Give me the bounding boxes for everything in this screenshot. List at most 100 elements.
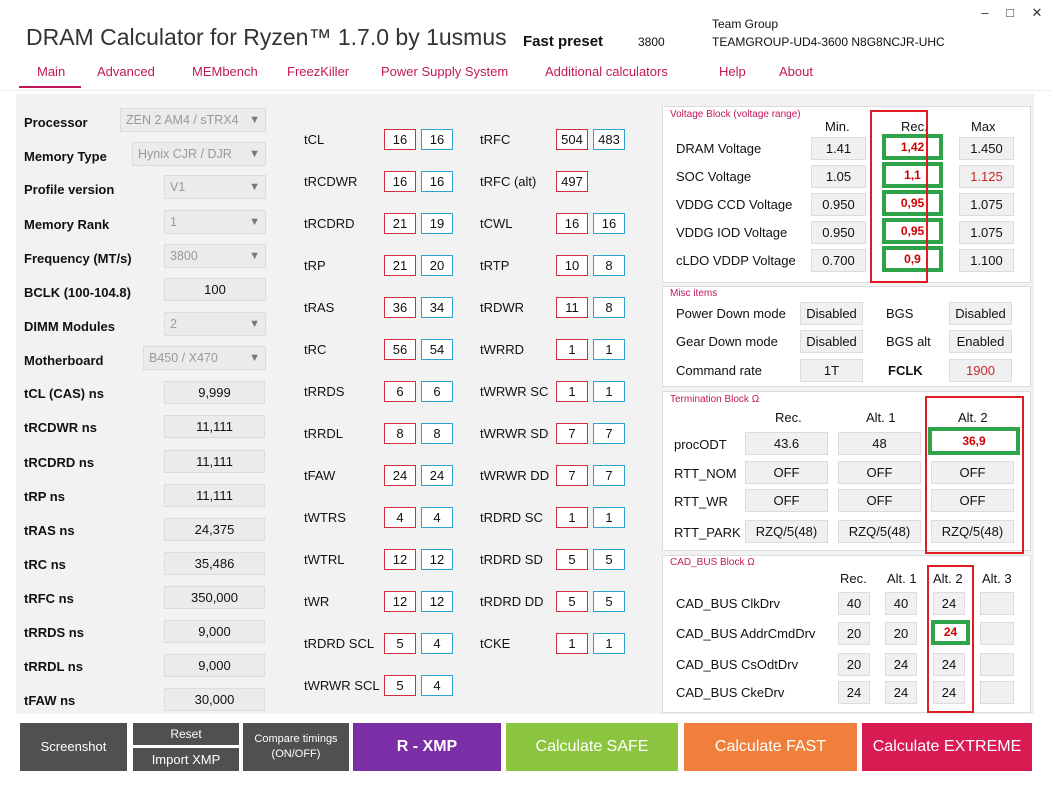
cadbus-alt1[interactable]: 20: [885, 622, 917, 645]
tab-main[interactable]: Main: [37, 64, 65, 79]
timing-value-primary[interactable]: 16: [384, 171, 416, 192]
maximize-icon[interactable]: □: [1003, 6, 1017, 20]
timing-value-primary[interactable]: 497: [556, 171, 588, 192]
timing-value-secondary[interactable]: 5: [593, 549, 625, 570]
cadbus-alt1[interactable]: 24: [885, 681, 917, 704]
gear-down-value[interactable]: Disabled: [800, 330, 863, 353]
timing-value-primary[interactable]: 5: [556, 591, 588, 612]
timing-value-primary[interactable]: 5: [384, 633, 416, 654]
timing-value-secondary[interactable]: 1: [593, 381, 625, 402]
tab-advanced[interactable]: Advanced: [97, 64, 155, 79]
timing-value-secondary[interactable]: 8: [593, 255, 625, 276]
setting-value[interactable]: 2 ▼: [164, 312, 266, 336]
cadbus-alt3[interactable]: [980, 653, 1014, 676]
timing-value-secondary[interactable]: 12: [421, 549, 453, 570]
timing-value-primary[interactable]: 1: [556, 633, 588, 654]
termination-rec[interactable]: 43.6: [745, 432, 828, 455]
calculate-extreme-button[interactable]: Calculate EXTREME: [862, 723, 1032, 771]
tab-additional-calculators[interactable]: Additional calculators: [545, 64, 668, 79]
calculate-safe-button[interactable]: Calculate SAFE: [506, 723, 678, 771]
timing-value-primary[interactable]: 5: [556, 549, 588, 570]
setting-value[interactable]: 1 ▼: [164, 210, 266, 234]
timing-value-secondary[interactable]: 6: [421, 381, 453, 402]
termination-rec[interactable]: OFF: [745, 489, 828, 512]
fclk-value[interactable]: 1900: [949, 359, 1012, 382]
command-rate-value[interactable]: 1T: [800, 359, 863, 382]
timing-value-primary[interactable]: 4: [384, 507, 416, 528]
timing-value-primary[interactable]: 21: [384, 255, 416, 276]
setting-value[interactable]: 100: [164, 278, 266, 301]
tab-about[interactable]: About: [779, 64, 813, 79]
termination-alt1[interactable]: OFF: [838, 461, 921, 484]
timing-value-primary[interactable]: 11: [556, 297, 588, 318]
timing-value-primary[interactable]: 12: [384, 591, 416, 612]
power-down-value[interactable]: Disabled: [800, 302, 863, 325]
cadbus-alt1[interactable]: 24: [885, 653, 917, 676]
termination-rec[interactable]: OFF: [745, 461, 828, 484]
timing-value-secondary[interactable]: 8: [421, 423, 453, 444]
timing-value-secondary[interactable]: 1: [593, 633, 625, 654]
timing-value-primary[interactable]: 1: [556, 339, 588, 360]
tab-freezkiller[interactable]: FreezKiller: [287, 64, 349, 79]
setting-value[interactable]: B450 / X470 ▼: [143, 346, 266, 370]
setting-value[interactable]: ZEN 2 AM4 / sTRX4 ▼: [120, 108, 266, 132]
timing-value-primary[interactable]: 1: [556, 381, 588, 402]
timing-value-secondary[interactable]: 7: [593, 423, 625, 444]
timing-value-primary[interactable]: 6: [384, 381, 416, 402]
setting-value[interactable]: Hynix CJR / DJR ▼: [132, 142, 266, 166]
cadbus-alt3[interactable]: [980, 622, 1014, 645]
timing-value-secondary[interactable]: 4: [421, 633, 453, 654]
cadbus-alt3[interactable]: [980, 681, 1014, 704]
timing-value-secondary[interactable]: 483: [593, 129, 625, 150]
timing-value-secondary[interactable]: 12: [421, 591, 453, 612]
r-xmp-button[interactable]: R - XMP: [353, 723, 501, 771]
timing-value-primary[interactable]: 16: [556, 213, 588, 234]
bgs-alt-value[interactable]: Enabled: [949, 330, 1012, 353]
cadbus-rec[interactable]: 20: [838, 653, 870, 676]
timing-value-secondary[interactable]: 16: [421, 129, 453, 150]
tab-power-supply-system[interactable]: Power Supply System: [381, 64, 508, 79]
timing-value-secondary[interactable]: 19: [421, 213, 453, 234]
calculate-fast-button[interactable]: Calculate FAST: [684, 723, 857, 771]
timing-value-secondary[interactable]: 4: [421, 507, 453, 528]
close-icon[interactable]: ✕: [1030, 6, 1044, 20]
termination-rec[interactable]: RZQ/5(48): [745, 520, 828, 543]
timing-value-primary[interactable]: 10: [556, 255, 588, 276]
timing-value-secondary[interactable]: 16: [421, 171, 453, 192]
tab-membench[interactable]: MEMbench: [192, 64, 258, 79]
bgs-value[interactable]: Disabled: [949, 302, 1012, 325]
termination-alt1[interactable]: RZQ/5(48): [838, 520, 921, 543]
timing-value-primary[interactable]: 1: [556, 507, 588, 528]
cadbus-rec[interactable]: 40: [838, 592, 870, 615]
reset-button[interactable]: Reset: [133, 723, 239, 745]
timing-value-secondary[interactable]: 34: [421, 297, 453, 318]
screenshot-button[interactable]: Screenshot: [20, 723, 127, 771]
cadbus-alt1[interactable]: 40: [885, 592, 917, 615]
timing-value-secondary[interactable]: 7: [593, 465, 625, 486]
timing-value-primary[interactable]: 8: [384, 423, 416, 444]
timing-value-primary[interactable]: 7: [556, 423, 588, 444]
timing-value-secondary[interactable]: 20: [421, 255, 453, 276]
timing-value-secondary[interactable]: 4: [421, 675, 453, 696]
import-xmp-button[interactable]: Import XMP: [133, 748, 239, 771]
tab-help[interactable]: Help: [719, 64, 746, 79]
timing-value-secondary[interactable]: 24: [421, 465, 453, 486]
timing-value-secondary[interactable]: 1: [593, 339, 625, 360]
timing-value-primary[interactable]: 36: [384, 297, 416, 318]
cadbus-rec[interactable]: 24: [838, 681, 870, 704]
timing-value-primary[interactable]: 12: [384, 549, 416, 570]
cadbus-alt3[interactable]: [980, 592, 1014, 615]
timing-value-secondary[interactable]: 1: [593, 507, 625, 528]
timing-value-primary[interactable]: 21: [384, 213, 416, 234]
termination-alt1[interactable]: 48: [838, 432, 921, 455]
timing-value-primary[interactable]: 5: [384, 675, 416, 696]
timing-value-secondary[interactable]: 5: [593, 591, 625, 612]
timing-value-primary[interactable]: 16: [384, 129, 416, 150]
compare-timings-button[interactable]: Compare timings (ON/OFF): [243, 723, 349, 771]
minimize-icon[interactable]: –: [978, 6, 992, 20]
timing-value-secondary[interactable]: 16: [593, 213, 625, 234]
timing-value-secondary[interactable]: 8: [593, 297, 625, 318]
setting-value[interactable]: 3800 ▼: [164, 244, 266, 268]
timing-value-primary[interactable]: 24: [384, 465, 416, 486]
setting-value[interactable]: V1 ▼: [164, 175, 266, 199]
